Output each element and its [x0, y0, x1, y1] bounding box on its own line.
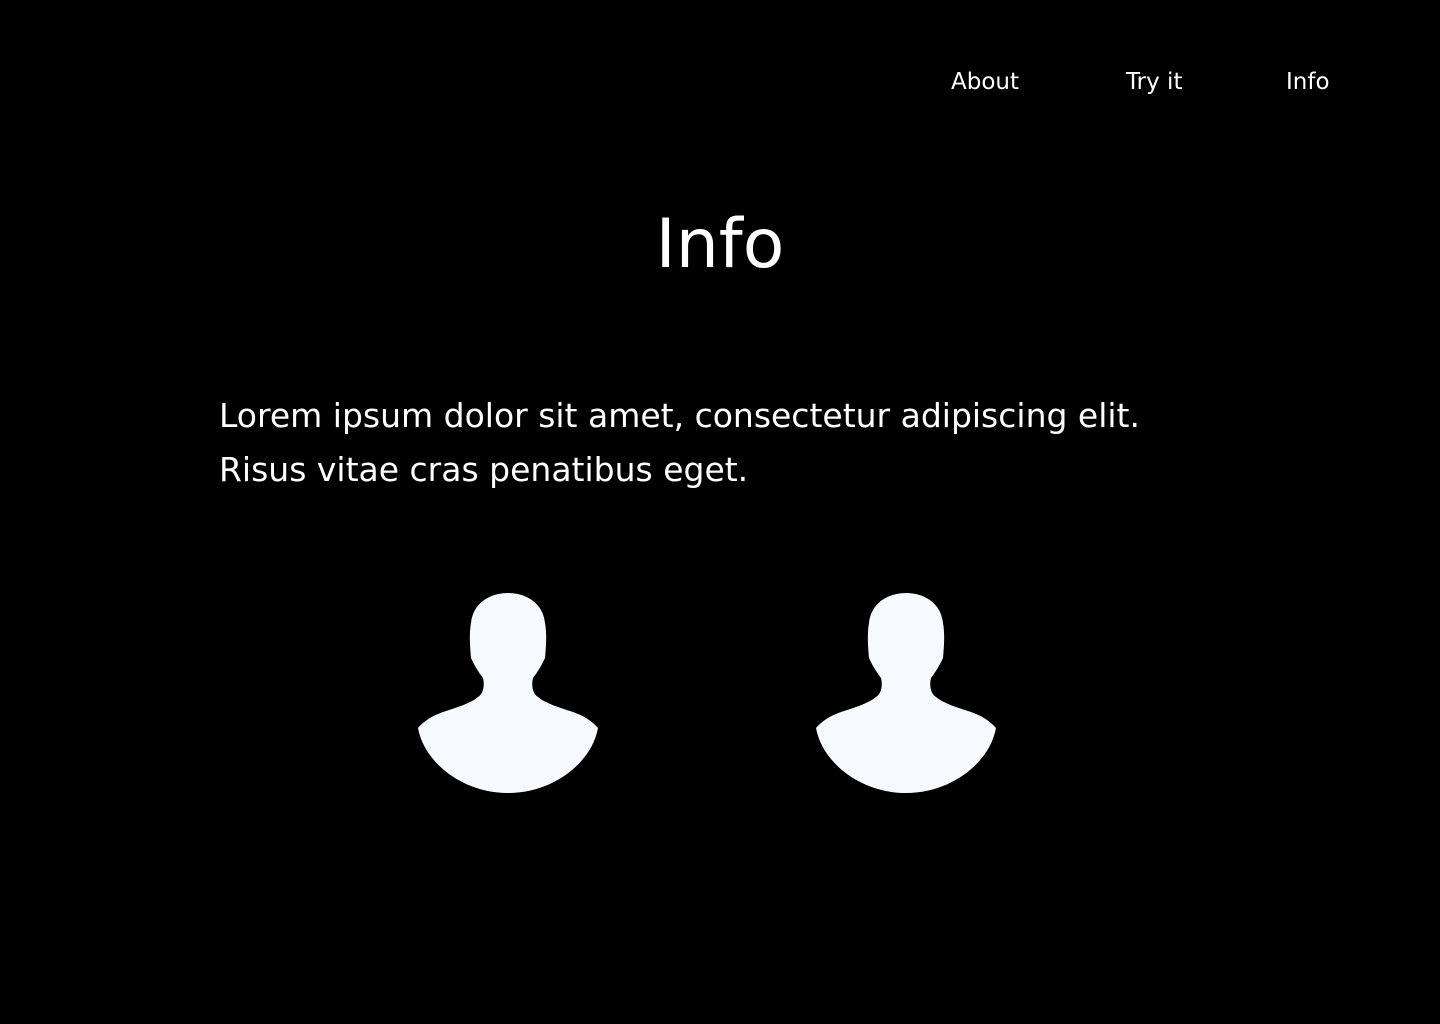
description-line-2: Risus vitae cras penatibus eget.	[219, 450, 749, 489]
avatar-1	[416, 590, 600, 796]
user-silhouette-icon	[816, 593, 996, 793]
nav-link-about[interactable]: About	[951, 64, 1019, 100]
page-description: Lorem ipsum dolor sit amet, consectetur …	[219, 389, 1239, 497]
description-line-1: Lorem ipsum dolor sit amet, consectetur …	[219, 396, 1140, 435]
top-nav: About Try it Info	[0, 64, 1440, 100]
avatar-2	[814, 590, 998, 796]
nav-link-try-it[interactable]: Try it	[1126, 64, 1182, 100]
user-silhouette-icon	[418, 593, 598, 793]
nav-link-info[interactable]: Info	[1286, 64, 1330, 100]
page-title: Info	[655, 205, 785, 284]
